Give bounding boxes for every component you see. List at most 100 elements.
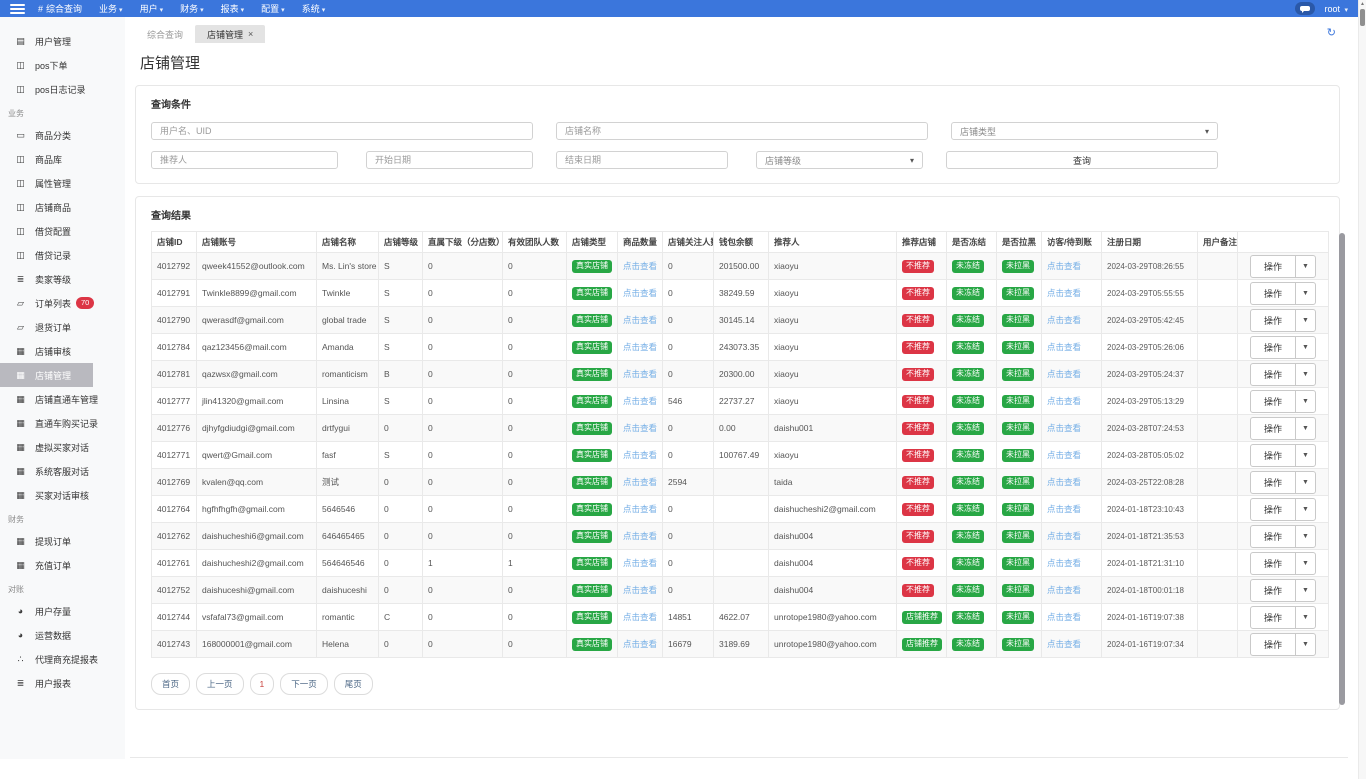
action-button-label[interactable]: 操作 <box>1251 391 1295 412</box>
shop-level-select[interactable]: 店铺等级 ▾ <box>756 151 923 169</box>
sidebar-item-15[interactable]: ▦店铺直通车管理 <box>0 387 93 411</box>
goods-view-link[interactable]: 点击查看 <box>623 261 657 271</box>
action-dropdown-button[interactable]: 操作▼ <box>1250 336 1316 359</box>
goods-view-link[interactable]: 点击查看 <box>623 504 657 514</box>
goods-view-link[interactable]: 点击查看 <box>623 639 657 649</box>
page-current[interactable]: 1 <box>250 673 275 695</box>
user-menu[interactable]: root ▾ <box>1324 4 1348 14</box>
dropdown-caret-icon[interactable]: ▼ <box>1295 607 1315 628</box>
action-dropdown-button[interactable]: 操作▼ <box>1250 606 1316 629</box>
action-button-label[interactable]: 操作 <box>1251 472 1295 493</box>
scroll-up-arrow-icon[interactable]: ▲ <box>1359 1 1366 7</box>
shop-type-select[interactable]: 店铺类型 ▾ <box>951 122 1218 140</box>
sidebar-toggle-icon[interactable] <box>0 0 34 17</box>
refresh-icon[interactable]: ↻ <box>1327 26 1336 39</box>
action-button-label[interactable]: 操作 <box>1251 418 1295 439</box>
nav-menu-2[interactable]: 财务▾ <box>180 2 204 15</box>
sidebar-item-25[interactable]: ◕运营数据 <box>0 623 93 647</box>
action-dropdown-button[interactable]: 操作▼ <box>1250 552 1316 575</box>
visitor-view-link[interactable]: 点击查看 <box>1047 531 1081 541</box>
dropdown-caret-icon[interactable]: ▼ <box>1295 364 1315 385</box>
action-dropdown-button[interactable]: 操作▼ <box>1250 255 1316 278</box>
sidebar-item-7[interactable]: ◫店铺商品 <box>0 195 93 219</box>
page-btn-4[interactable]: 尾页 <box>334 673 373 695</box>
dropdown-caret-icon[interactable]: ▼ <box>1295 580 1315 601</box>
action-button-label[interactable]: 操作 <box>1251 256 1295 277</box>
sidebar-item-13[interactable]: ▦店铺审核 <box>0 339 93 363</box>
goods-view-link[interactable]: 点击查看 <box>623 315 657 325</box>
nav-menu-1[interactable]: 用户▾ <box>140 2 164 15</box>
action-button-label[interactable]: 操作 <box>1251 310 1295 331</box>
sidebar-item-6[interactable]: ◫属性管理 <box>0 171 93 195</box>
action-dropdown-button[interactable]: 操作▼ <box>1250 282 1316 305</box>
dropdown-caret-icon[interactable]: ▼ <box>1295 256 1315 277</box>
dropdown-caret-icon[interactable]: ▼ <box>1295 634 1315 655</box>
dropdown-caret-icon[interactable]: ▼ <box>1295 499 1315 520</box>
nav-menu-5[interactable]: 系统▾ <box>302 2 326 15</box>
sidebar-item-4[interactable]: ▭商品分类 <box>0 123 93 147</box>
visitor-view-link[interactable]: 点击查看 <box>1047 504 1081 514</box>
visitor-view-link[interactable]: 点击查看 <box>1047 261 1081 271</box>
start-date-input[interactable] <box>366 151 533 169</box>
sidebar-item-12[interactable]: ▱退货订单 <box>0 315 93 339</box>
goods-view-link[interactable]: 点击查看 <box>623 585 657 595</box>
sidebar-item-22[interactable]: ▦充值订单 <box>0 553 93 577</box>
sidebar-item-16[interactable]: ▦直通车购买记录 <box>0 411 93 435</box>
visitor-view-link[interactable]: 点击查看 <box>1047 558 1081 568</box>
chat-icon[interactable] <box>1295 2 1315 15</box>
visitor-view-link[interactable]: 点击查看 <box>1047 315 1081 325</box>
action-dropdown-button[interactable]: 操作▼ <box>1250 309 1316 332</box>
sidebar-item-27[interactable]: ≣用户报表 <box>0 671 93 695</box>
sidebar-item-8[interactable]: ◫借贷配置 <box>0 219 93 243</box>
page-btn-3[interactable]: 下一页 <box>280 673 328 695</box>
goods-view-link[interactable]: 点击查看 <box>623 612 657 622</box>
action-button-label[interactable]: 操作 <box>1251 526 1295 547</box>
action-button-label[interactable]: 操作 <box>1251 580 1295 601</box>
visitor-view-link[interactable]: 点击查看 <box>1047 396 1081 406</box>
goods-view-link[interactable]: 点击查看 <box>623 288 657 298</box>
dropdown-caret-icon[interactable]: ▼ <box>1295 310 1315 331</box>
sidebar-item-18[interactable]: ▦系统客服对话 <box>0 459 93 483</box>
nav-menu-3[interactable]: 报表▾ <box>221 2 245 15</box>
action-button-label[interactable]: 操作 <box>1251 337 1295 358</box>
action-dropdown-button[interactable]: 操作▼ <box>1250 633 1316 656</box>
visitor-view-link[interactable]: 点击查看 <box>1047 639 1081 649</box>
sidebar-item-2[interactable]: ◫pos日志记录 <box>0 77 93 101</box>
referrer-input[interactable] <box>151 151 338 169</box>
sidebar-item-5[interactable]: ◫商品库 <box>0 147 93 171</box>
action-dropdown-button[interactable]: 操作▼ <box>1250 363 1316 386</box>
window-scrollbar-thumb[interactable] <box>1360 9 1365 26</box>
sidebar-item-14[interactable]: ▦店铺管理 <box>0 363 93 387</box>
sidebar-item-9[interactable]: ◫借贷记录 <box>0 243 93 267</box>
dropdown-caret-icon[interactable]: ▼ <box>1295 472 1315 493</box>
sidebar-item-1[interactable]: ◫pos下单 <box>0 53 93 77</box>
nav-home[interactable]: # 综合查询 <box>38 2 82 15</box>
dropdown-caret-icon[interactable]: ▼ <box>1295 418 1315 439</box>
visitor-view-link[interactable]: 点击查看 <box>1047 477 1081 487</box>
sidebar-item-26[interactable]: ∴代理商充提报表 <box>0 647 93 671</box>
page-btn-1[interactable]: 上一页 <box>196 673 244 695</box>
action-button-label[interactable]: 操作 <box>1251 607 1295 628</box>
visitor-view-link[interactable]: 点击查看 <box>1047 342 1081 352</box>
visitor-view-link[interactable]: 点击查看 <box>1047 450 1081 460</box>
goods-view-link[interactable]: 点击查看 <box>623 531 657 541</box>
goods-view-link[interactable]: 点击查看 <box>623 477 657 487</box>
end-date-input[interactable] <box>556 151 728 169</box>
dropdown-caret-icon[interactable]: ▼ <box>1295 553 1315 574</box>
close-icon[interactable]: × <box>248 29 253 39</box>
action-dropdown-button[interactable]: 操作▼ <box>1250 579 1316 602</box>
action-button-label[interactable]: 操作 <box>1251 283 1295 304</box>
tab-1[interactable]: 店铺管理× <box>195 25 265 43</box>
sidebar-item-11[interactable]: ▱订单列表70 <box>0 291 93 315</box>
sidebar-item-0[interactable]: ▤用户管理 <box>0 29 93 53</box>
visitor-view-link[interactable]: 点击查看 <box>1047 585 1081 595</box>
action-button-label[interactable]: 操作 <box>1251 364 1295 385</box>
visitor-view-link[interactable]: 点击查看 <box>1047 369 1081 379</box>
content-scrollbar-thumb[interactable] <box>1339 233 1345 705</box>
goods-view-link[interactable]: 点击查看 <box>623 423 657 433</box>
goods-view-link[interactable]: 点击查看 <box>623 396 657 406</box>
action-button-label[interactable]: 操作 <box>1251 634 1295 655</box>
dropdown-caret-icon[interactable]: ▼ <box>1295 445 1315 466</box>
goods-view-link[interactable]: 点击查看 <box>623 342 657 352</box>
nav-menu-0[interactable]: 业务▾ <box>99 2 123 15</box>
